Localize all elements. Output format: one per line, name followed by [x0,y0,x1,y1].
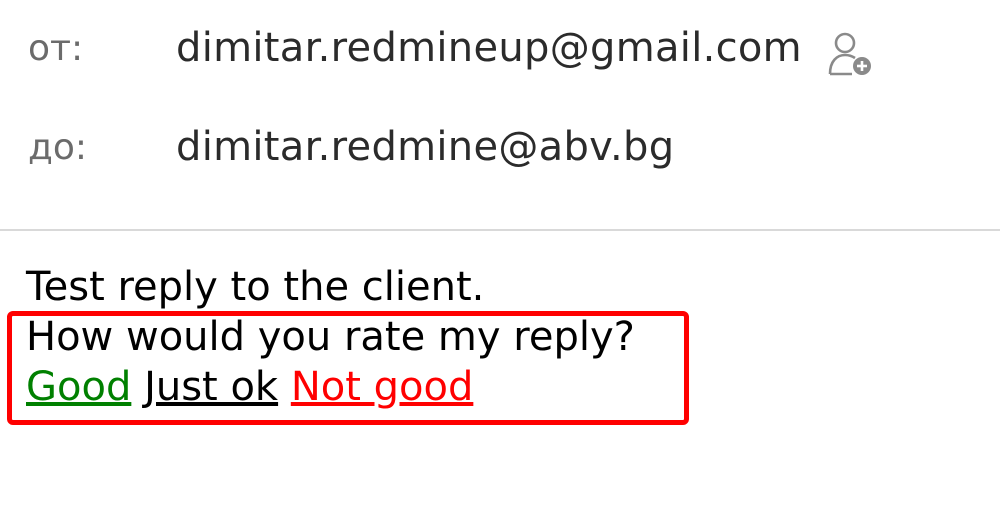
to-address[interactable]: dimitar.redmine@abv.bg [176,124,674,170]
highlight-annotation-box [7,311,689,425]
from-address[interactable]: dimitar.redmineup@gmail.com [176,25,802,71]
from-label: от: [28,27,84,69]
add-contact-icon[interactable] [826,28,874,78]
to-label: до: [28,126,88,168]
header-divider [0,229,1000,231]
message-line-reply: Test reply to the client. [26,264,485,310]
